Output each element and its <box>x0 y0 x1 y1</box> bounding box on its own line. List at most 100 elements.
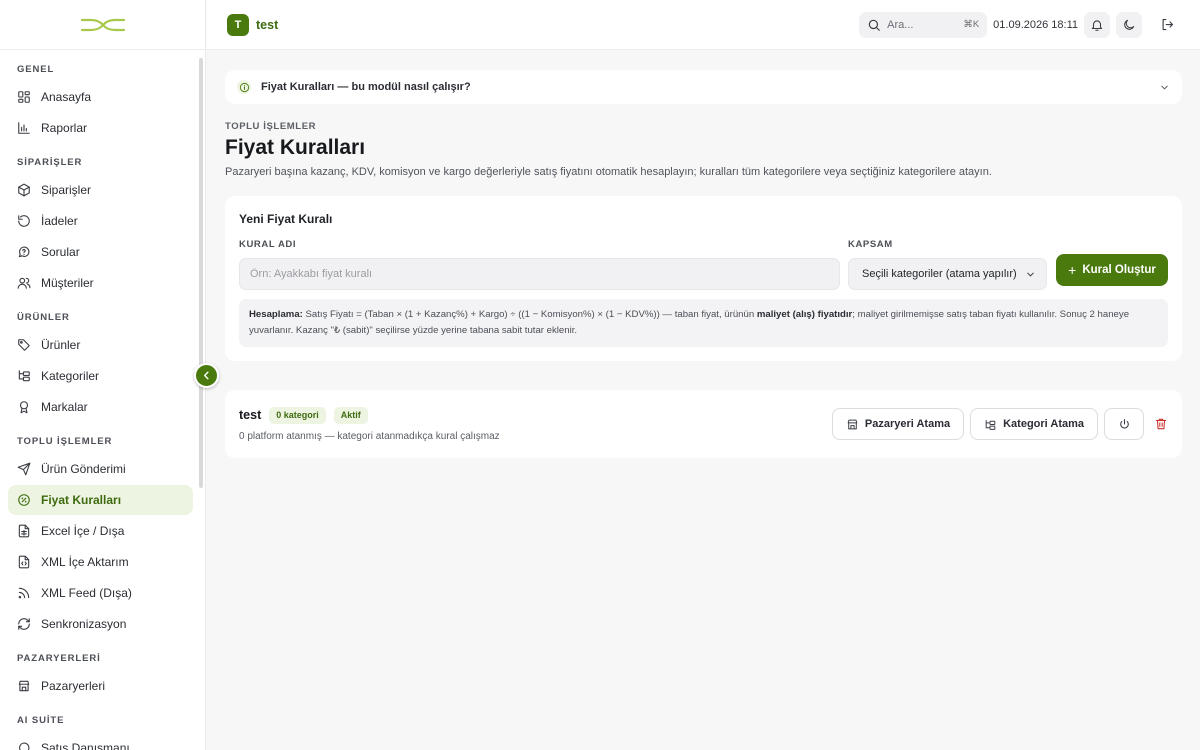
scope-label: KAPSAM <box>848 239 893 250</box>
sidebar-item-xml-feed-dışa[interactable]: XML Feed (Dışa) <box>8 578 193 608</box>
users-icon <box>17 276 31 290</box>
rule-name-input[interactable] <box>239 258 840 290</box>
search-box[interactable]: Ara... ⌘K <box>859 11 988 38</box>
delete-rule-button[interactable] <box>1154 417 1168 431</box>
sidebar-item-label: Satış Danışmanı <box>41 741 130 750</box>
sidebar-section-title: GENEL <box>17 64 55 75</box>
sidebar-section-title: AI SUİTE <box>17 715 65 726</box>
new-rule-card: Yeni Fiyat Kuralı KURAL ADI KAPSAM Seçil… <box>225 196 1182 361</box>
sidebar-item-label: İadeler <box>41 214 78 228</box>
folder-tree-icon <box>17 369 31 383</box>
sidebar-item-fiyat-kuralları[interactable]: Fiyat Kuralları <box>8 485 193 515</box>
marketplace-assign-label: Pazaryeri Atama <box>864 418 951 430</box>
calc-title: Hesaplama: <box>249 309 303 320</box>
sidebar-item-satış-danışmanı[interactable]: Satış Danışmanı <box>8 733 193 750</box>
theme-toggle-button[interactable] <box>1116 11 1142 38</box>
sidebar-item-label: Excel İçe / Dışa <box>41 524 125 538</box>
sidebar-item-pazaryerleri[interactable]: Pazaryerleri <box>8 671 193 701</box>
marketplace-assign-button[interactable]: Pazaryeri Atama <box>831 408 965 440</box>
search-icon <box>867 18 881 32</box>
sidebar-item-anasayfa[interactable]: Anasayfa <box>8 82 193 112</box>
sidebar-item-senkronizasyon[interactable]: Senkronizasyon <box>8 609 193 639</box>
sidebar-section-title: ÜRÜNLER <box>17 312 70 323</box>
store-icon <box>17 679 31 693</box>
sidebar-collapse-button[interactable] <box>194 363 219 388</box>
power-icon <box>1119 418 1129 428</box>
logout-button[interactable] <box>1154 12 1180 38</box>
category-count-badge: 0 kategori <box>269 406 326 424</box>
topbar: T test Ara... ⌘K 01.09.2026 18:11 <box>207 0 1200 50</box>
sidebar-item-excel-i-çe-dışa[interactable]: Excel İçe / Dışa <box>8 516 193 546</box>
rule-subtitle: 0 platform atanmış — kategori atanmadıkç… <box>239 430 500 442</box>
category-assign-label: Kategori Atama <box>1003 418 1084 430</box>
info-icon <box>237 80 251 94</box>
create-rule-button[interactable]: + Kural Oluştur <box>1056 254 1168 286</box>
file-code-icon <box>17 555 31 569</box>
sidebar-item-label: Ürün Gönderimi <box>41 462 126 476</box>
plus-icon: + <box>1068 262 1077 278</box>
file-spreadsheet-icon <box>17 524 31 538</box>
send-icon <box>17 462 31 476</box>
sidebar-item-label: Raporlar <box>41 121 88 135</box>
rule-card: test 0 kategori Aktif 0 platform atanmış… <box>225 390 1182 458</box>
sidebar-item-xml-i-çe-aktarım[interactable]: XML İçe Aktarım <box>8 547 193 577</box>
sidebar-item-label: XML İçe Aktarım <box>41 555 129 569</box>
sidebar-section-title: PAZARYERLERİ <box>17 653 101 664</box>
bar-chart-icon <box>17 121 31 135</box>
notifications-button[interactable] <box>1084 11 1110 38</box>
folder-tree-icon <box>984 418 997 431</box>
calc-text-1: Satış Fiyatı = (Taban × (1 + Kazanç%) + … <box>302 309 757 320</box>
sidebar-item-label: Müşteriler <box>41 276 94 290</box>
message-question-icon <box>17 245 31 259</box>
sidebar-item-label: Markalar <box>41 400 88 414</box>
category-assign-button[interactable]: Kategori Atama <box>970 408 1098 440</box>
sidebar-item-label: Siparişler <box>41 183 92 197</box>
chevron-down-icon <box>1159 82 1170 93</box>
sidebar-item-label: Fiyat Kuralları <box>41 493 122 507</box>
main-content: Fiyat Kuralları — bu modül nasıl çalışır… <box>225 70 1182 458</box>
current-datetime: 01.09.2026 18:11 <box>993 18 1078 31</box>
sidebar-item-ürünler[interactable]: Ürünler <box>8 330 193 360</box>
create-rule-label: Kural Oluştur <box>1082 264 1156 276</box>
logout-icon <box>1162 18 1173 31</box>
sidebar-item-i-adeler[interactable]: İadeler <box>8 206 193 236</box>
sidebar-item-label: Anasayfa <box>41 90 92 104</box>
chevron-left-icon <box>203 371 209 380</box>
sidebar-item-label: Ürünler <box>41 338 81 352</box>
help-accordion[interactable]: Fiyat Kuralları — bu modül nasıl çalışır… <box>225 70 1182 104</box>
sidebar-item-label: Pazaryerleri <box>41 679 106 693</box>
logo-icon <box>80 18 125 31</box>
sidebar-nav: GENEL Anasayfa Raporlar SİPARİŞLER Siparişle… <box>0 51 205 750</box>
scope-selected-value: Seçili kategoriler (atama yapılır) <box>862 268 1017 280</box>
sidebar-item-raporlar[interactable]: Raporlar <box>8 113 193 143</box>
workspace-name[interactable]: test <box>256 18 278 32</box>
search-shortcut: ⌘K <box>963 19 980 30</box>
refresh-icon <box>17 617 31 631</box>
workspace-avatar[interactable]: T <box>227 13 249 36</box>
sidebar-item-markalar[interactable]: Markalar <box>8 392 193 422</box>
sidebar-item-kategoriler[interactable]: Kategoriler <box>8 361 193 391</box>
badge-percent-icon <box>17 493 31 507</box>
sidebar-item-siparişler[interactable]: Siparişler <box>8 175 193 205</box>
store-icon <box>846 418 859 431</box>
toggle-rule-button[interactable] <box>1104 408 1144 440</box>
award-icon <box>17 400 31 414</box>
new-rule-title: Yeni Fiyat Kuralı <box>239 212 333 226</box>
sidebar-scrollbar[interactable] <box>199 58 203 488</box>
rule-name-label: KURAL ADI <box>239 239 297 250</box>
sidebar: GENEL Anasayfa Raporlar SİPARİŞLER Siparişle… <box>0 0 206 750</box>
sidebar-section-title: TOPLU İŞLEMLER <box>17 436 113 447</box>
package-icon <box>17 183 31 197</box>
sidebar-item-ürün-gönderimi[interactable]: Ürün Gönderimi <box>8 454 193 484</box>
rss-icon <box>17 586 31 600</box>
scope-select[interactable]: Seçili kategoriler (atama yapılır) <box>848 258 1047 290</box>
brand-logo[interactable] <box>0 0 205 50</box>
bell-icon <box>1091 19 1103 31</box>
page-eyebrow: TOPLU İŞLEMLER <box>225 121 317 132</box>
sidebar-item-müşteriler[interactable]: Müşteriler <box>8 268 193 298</box>
sidebar-section-title: SİPARİŞLER <box>17 157 83 168</box>
dashboard-icon <box>17 90 31 104</box>
sidebar-item-sorular[interactable]: Sorular <box>8 237 193 267</box>
sidebar-item-label: Senkronizasyon <box>41 617 127 631</box>
page-title: Fiyat Kuralları <box>225 136 366 159</box>
